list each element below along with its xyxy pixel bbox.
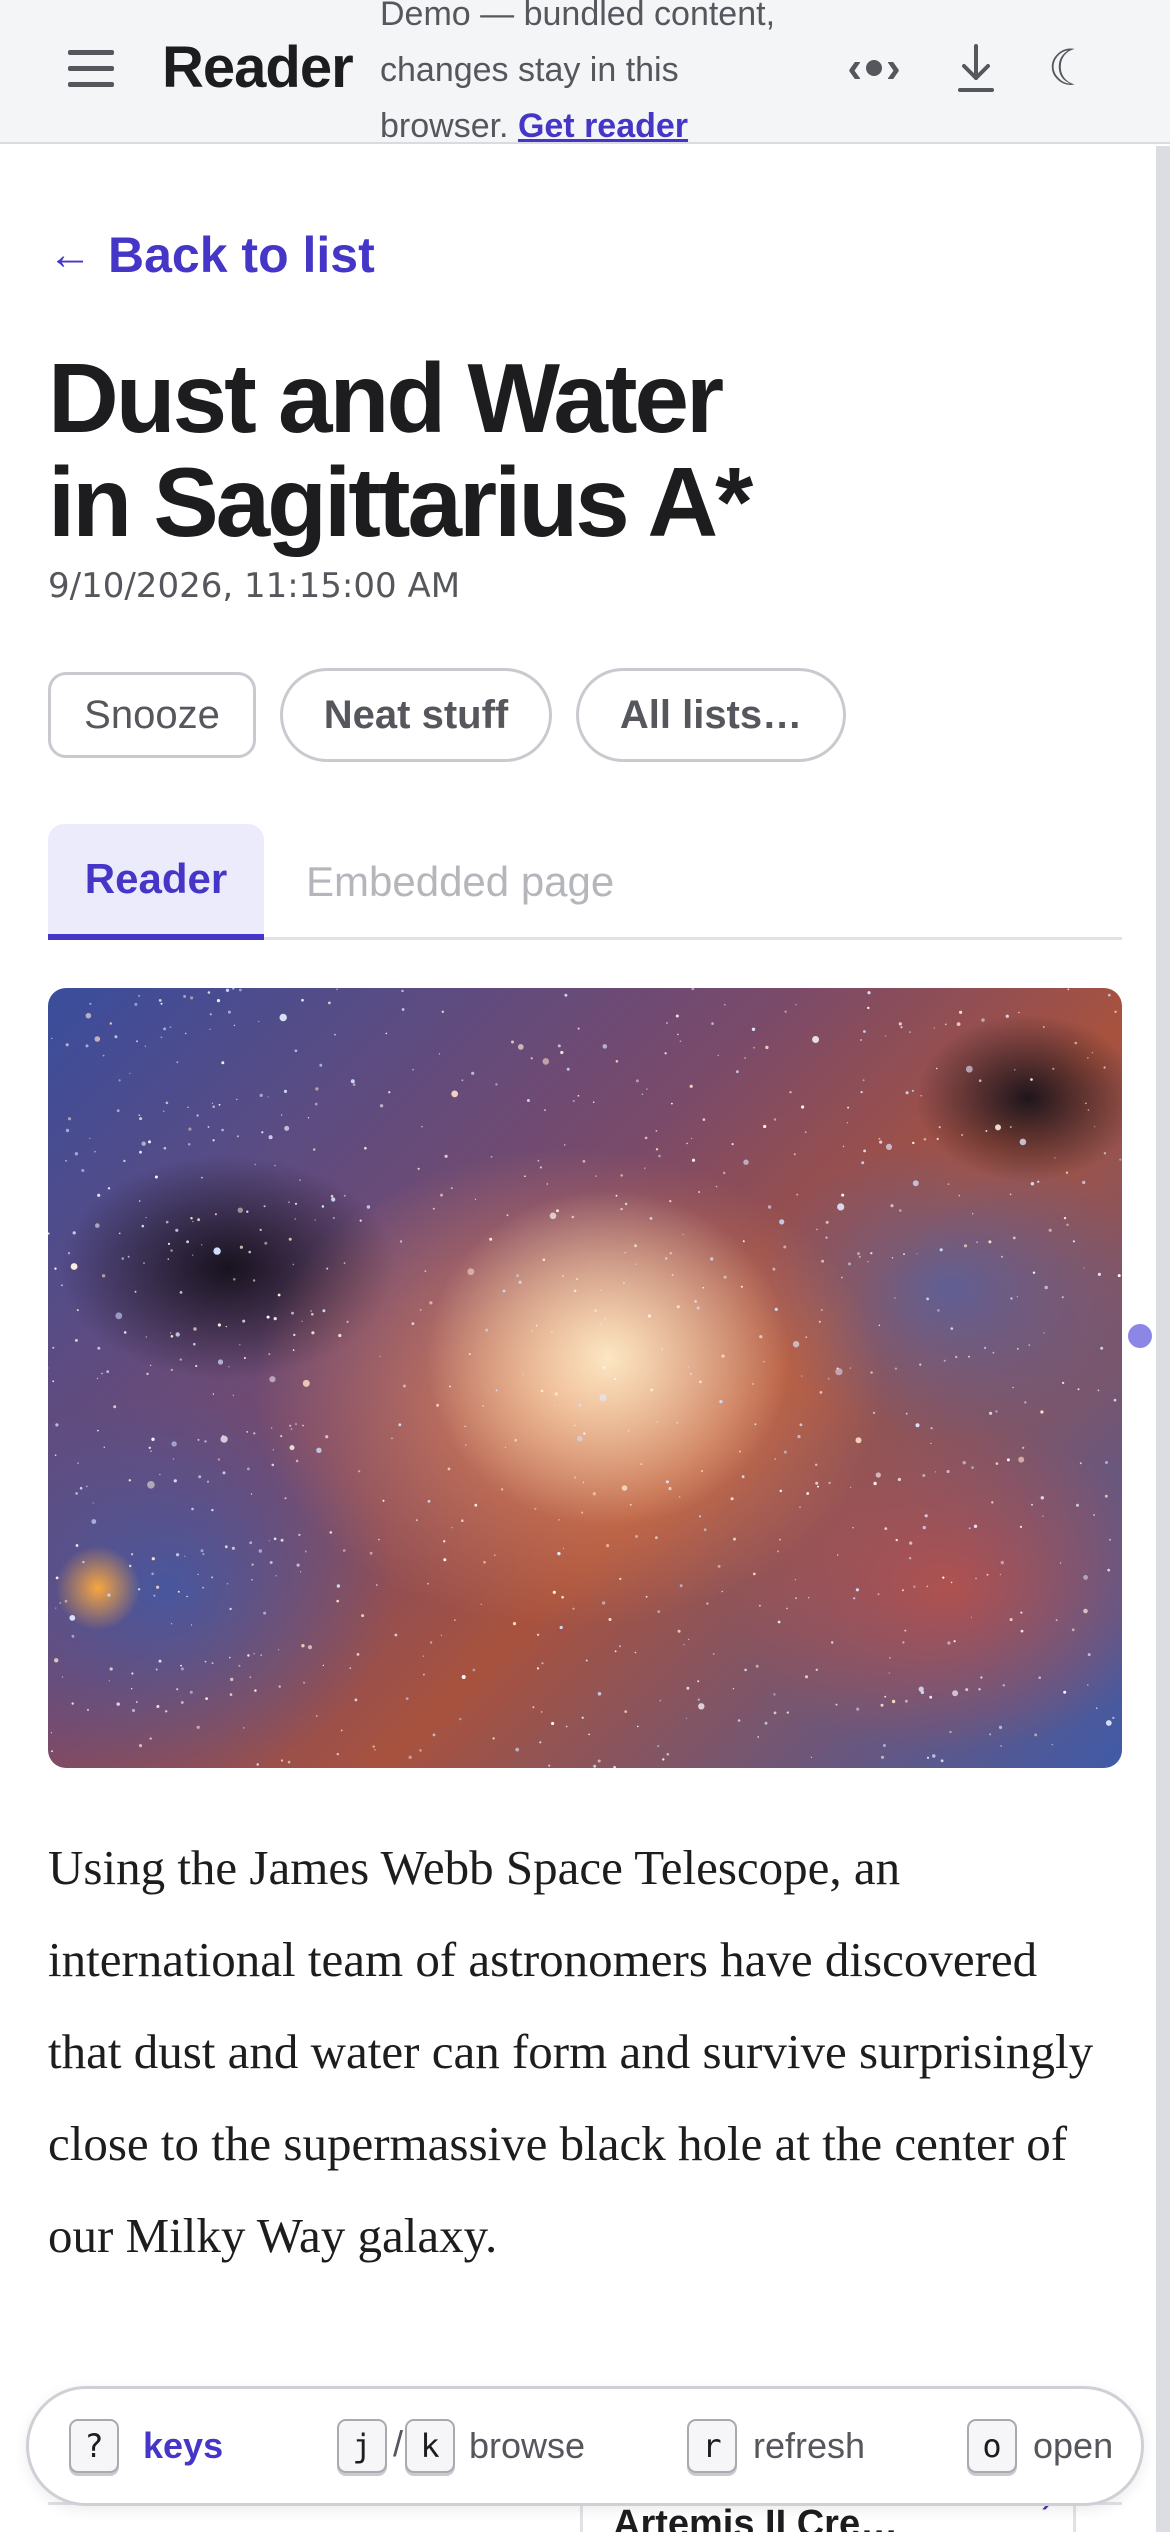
all-lists-button[interactable]: All lists… bbox=[576, 668, 846, 762]
article-title-line-2: in Sagittarius A* bbox=[48, 447, 753, 557]
article-date: 9/10/2026, 11:15:00 AM bbox=[48, 566, 461, 606]
key-j: j bbox=[337, 2419, 387, 2473]
top-bar: Reader Demo — bundled content, changes s… bbox=[0, 0, 1170, 145]
snooze-button[interactable]: Snooze bbox=[48, 672, 256, 758]
download-icon[interactable] bbox=[944, 32, 1008, 104]
keyboard-shortcuts-bar: ? keys j / k browse r refresh o open bbox=[26, 2386, 1144, 2506]
moon-icon[interactable]: ☾ bbox=[1040, 32, 1100, 104]
demo-notice: Demo — bundled content, changes stay in … bbox=[380, 0, 800, 154]
back-to-list-link[interactable]: ← Back to list bbox=[48, 226, 375, 284]
key-separator: / bbox=[393, 2423, 404, 2464]
open-label: open bbox=[1033, 2425, 1114, 2466]
neat-stuff-list-button[interactable]: Neat stuff bbox=[280, 668, 552, 762]
code-icon[interactable]: ‹ › bbox=[838, 32, 910, 104]
back-link-label: Back to list bbox=[108, 227, 375, 283]
key-o: o bbox=[967, 2419, 1017, 2473]
back-arrow-icon: ← bbox=[48, 230, 92, 279]
tab-embedded-page[interactable]: Embedded page bbox=[306, 824, 614, 940]
starfield bbox=[48, 988, 1122, 1768]
view-tabs: Reader Embedded page bbox=[48, 824, 1122, 940]
scroll-position-indicator[interactable] bbox=[1128, 1324, 1152, 1348]
next-article-title: Artemis II Cre… bbox=[613, 2503, 899, 2532]
keys-help-link[interactable]: keys bbox=[143, 2425, 223, 2467]
scrollbar[interactable] bbox=[1156, 146, 1170, 2532]
hamburger-menu-icon[interactable] bbox=[64, 36, 122, 100]
refresh-label: refresh bbox=[753, 2425, 866, 2466]
browse-label: browse bbox=[469, 2425, 586, 2466]
article-body: Using the James Webb Space Telescope, an… bbox=[48, 1840, 1094, 2263]
key-k: k bbox=[405, 2419, 455, 2473]
tab-reader[interactable]: Reader bbox=[48, 824, 264, 940]
app-viewport: Reader Demo — bundled content, changes s… bbox=[0, 0, 1170, 2532]
article-hero-image bbox=[48, 988, 1122, 1768]
help-key[interactable]: ? bbox=[69, 2419, 119, 2473]
app-title: Reader bbox=[162, 35, 354, 100]
get-reader-link[interactable]: Get reader bbox=[518, 107, 688, 145]
article-title-line-1: Dust and Water bbox=[48, 343, 724, 453]
article-title: Dust and Water in Sagittarius A* bbox=[48, 346, 808, 554]
key-r: r bbox=[687, 2419, 737, 2473]
